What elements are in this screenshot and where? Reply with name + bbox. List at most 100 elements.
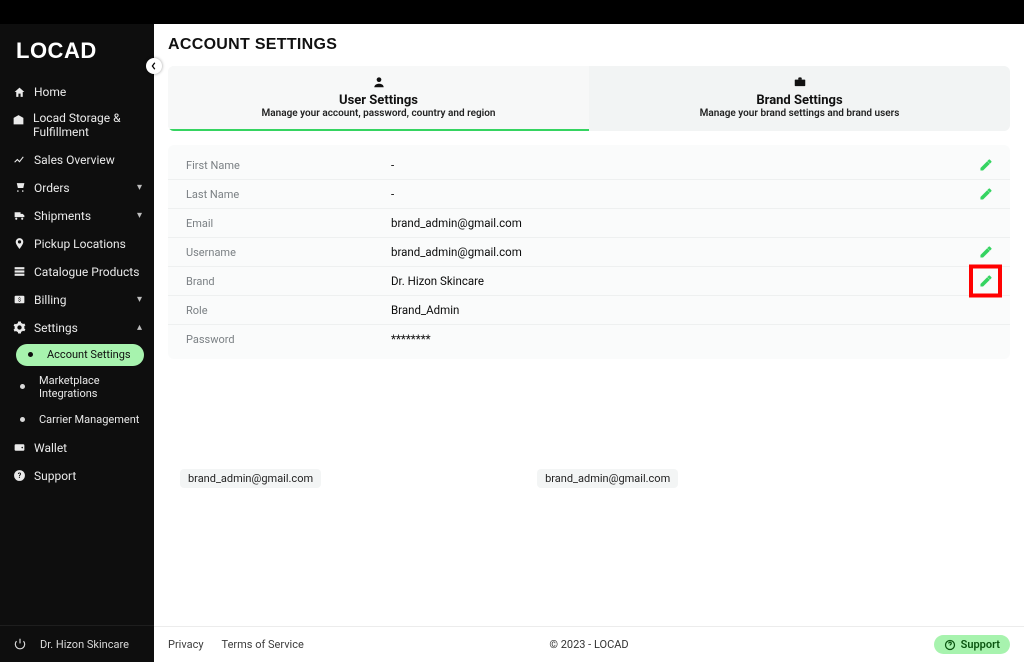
support-button-label: Support	[961, 638, 1000, 651]
main-content: ACCOUNT SETTINGS User Settings Manage yo…	[154, 24, 1024, 662]
field-username: Username brand_admin@gmail.com	[168, 238, 1010, 267]
field-label: Email	[186, 217, 391, 230]
field-value: brand_admin@gmail.com	[391, 216, 522, 230]
chevron-down-icon: ▾	[137, 210, 142, 221]
chart-icon	[12, 153, 26, 167]
sidebar-sub-carrier-management[interactable]: Carrier Management	[6, 406, 154, 434]
sidebar-item-label: Account Settings	[47, 348, 131, 361]
svg-text:$: $	[17, 297, 20, 304]
user-settings-panel: First Name - Last Name - Email brand_adm…	[168, 145, 1010, 359]
field-value: Dr. Hizon Skincare	[391, 274, 484, 288]
sidebar-item-label: Carrier Management	[39, 413, 139, 426]
bullet-icon	[20, 384, 25, 389]
tab-brand-settings[interactable]: Brand Settings Manage your brand setting…	[589, 66, 1010, 131]
field-last-name: Last Name -	[168, 180, 1010, 209]
sidebar-item-settings[interactable]: Settings ▴	[0, 314, 154, 342]
page-footer: Privacy Terms of Service © 2023 - LOCAD …	[154, 626, 1024, 662]
home-icon	[12, 85, 26, 99]
field-password: Password ********	[168, 325, 1010, 353]
sidebar-item-support[interactable]: ? Support	[0, 462, 154, 490]
chevron-down-icon: ▾	[137, 182, 142, 193]
field-brand: Brand Dr. Hizon Skincare	[168, 267, 1010, 296]
tab-title: Brand Settings	[599, 93, 1000, 108]
warehouse-icon	[12, 112, 25, 126]
sidebar-item-label: Settings	[34, 321, 78, 335]
sidebar-item-label: Billing	[34, 293, 67, 307]
help-icon: ?	[12, 469, 26, 483]
edit-first-name-button[interactable]	[976, 155, 996, 175]
wallet-icon	[12, 441, 26, 455]
help-icon	[944, 639, 956, 651]
bullet-icon	[20, 417, 25, 422]
sidebar-sub-marketplace-integrations[interactable]: Marketplace Integrations	[6, 368, 154, 406]
settings-subnav: Account Settings Marketplace Integration…	[0, 344, 154, 434]
sidebar-item-orders[interactable]: Orders ▾	[0, 174, 154, 202]
sidebar-item-label: Catalogue Products	[34, 265, 139, 279]
briefcase-icon	[793, 75, 807, 89]
sidebar-item-label: Shipments	[34, 209, 91, 223]
autofill-suggestions: brand_admin@gmail.com brand_admin@gmail.…	[168, 469, 1010, 488]
footer-privacy-link[interactable]: Privacy	[168, 638, 204, 651]
browser-top-bar	[0, 0, 1024, 24]
sidebar-item-home[interactable]: Home	[0, 78, 154, 106]
billing-icon: $	[12, 293, 26, 307]
sidebar-item-label: Locad Storage & Fulfillment	[33, 112, 142, 140]
field-label: Username	[186, 246, 391, 259]
edit-last-name-button[interactable]	[976, 184, 996, 204]
field-label: Brand	[186, 275, 391, 288]
sidebar-item-label: Support	[34, 469, 76, 483]
tab-user-settings[interactable]: User Settings Manage your account, passw…	[168, 66, 589, 131]
sidebar-item-shipments[interactable]: Shipments ▾	[0, 202, 154, 230]
sidebar-footer: Dr. Hizon Skincare	[0, 625, 154, 662]
catalogue-icon	[12, 265, 26, 279]
edit-brand-button[interactable]	[976, 271, 996, 291]
truck-icon	[12, 209, 26, 223]
chevron-up-icon: ▴	[137, 322, 142, 333]
tab-title: User Settings	[178, 93, 579, 108]
field-label: Last Name	[186, 188, 391, 201]
sidebar-item-wallet[interactable]: Wallet	[0, 434, 154, 462]
field-value: ********	[391, 332, 431, 346]
edit-username-button[interactable]	[976, 242, 996, 262]
gear-icon	[12, 321, 26, 335]
logo-text: LOCAD	[16, 38, 97, 63]
sidebar-item-label: Marketplace Integrations	[39, 374, 142, 400]
sidebar-item-label: Wallet	[34, 441, 67, 455]
sidebar-item-catalogue-products[interactable]: Catalogue Products	[0, 258, 154, 286]
sidebar-nav: Home Locad Storage & Fulfillment Sales O…	[0, 78, 154, 625]
sidebar-item-pickup-locations[interactable]: Pickup Locations	[0, 230, 154, 258]
cart-icon	[12, 181, 26, 195]
sidebar-sub-account-settings[interactable]: Account Settings	[16, 344, 144, 366]
chevron-down-icon: ▾	[137, 294, 142, 305]
footer-terms-link[interactable]: Terms of Service	[222, 638, 304, 651]
sidebar-item-billing[interactable]: $ Billing ▾	[0, 286, 154, 314]
field-label: First Name	[186, 159, 391, 172]
field-label: Role	[186, 304, 391, 317]
suggestion-chip[interactable]: brand_admin@gmail.com	[537, 469, 678, 488]
field-email: Email brand_admin@gmail.com	[168, 209, 1010, 238]
svg-text:?: ?	[17, 471, 21, 480]
logo: LOCAD	[0, 24, 154, 78]
tab-subtitle: Manage your account, password, country a…	[178, 108, 579, 119]
field-value: -	[391, 187, 394, 201]
tab-subtitle: Manage your brand settings and brand use…	[599, 108, 1000, 119]
sidebar-item-label: Home	[34, 85, 66, 99]
power-icon[interactable]	[12, 636, 28, 652]
user-icon	[372, 75, 386, 89]
current-brand-name: Dr. Hizon Skincare	[40, 638, 129, 651]
footer-links: Privacy Terms of Service	[168, 638, 304, 651]
field-value: Brand_Admin	[391, 303, 459, 317]
field-value: brand_admin@gmail.com	[391, 245, 522, 259]
page-title: ACCOUNT SETTINGS	[168, 36, 1010, 54]
location-icon	[12, 237, 26, 251]
sidebar-item-label: Sales Overview	[34, 153, 115, 167]
settings-tabs: User Settings Manage your account, passw…	[168, 66, 1010, 131]
sidebar-item-label: Orders	[34, 181, 70, 195]
sidebar-item-storage-fulfillment[interactable]: Locad Storage & Fulfillment	[0, 106, 154, 146]
field-role: Role Brand_Admin	[168, 296, 1010, 325]
field-label: Password	[186, 333, 391, 346]
field-value: -	[391, 158, 394, 172]
suggestion-chip[interactable]: brand_admin@gmail.com	[180, 469, 321, 488]
support-button[interactable]: Support	[934, 635, 1010, 654]
sidebar-item-sales-overview[interactable]: Sales Overview	[0, 146, 154, 174]
